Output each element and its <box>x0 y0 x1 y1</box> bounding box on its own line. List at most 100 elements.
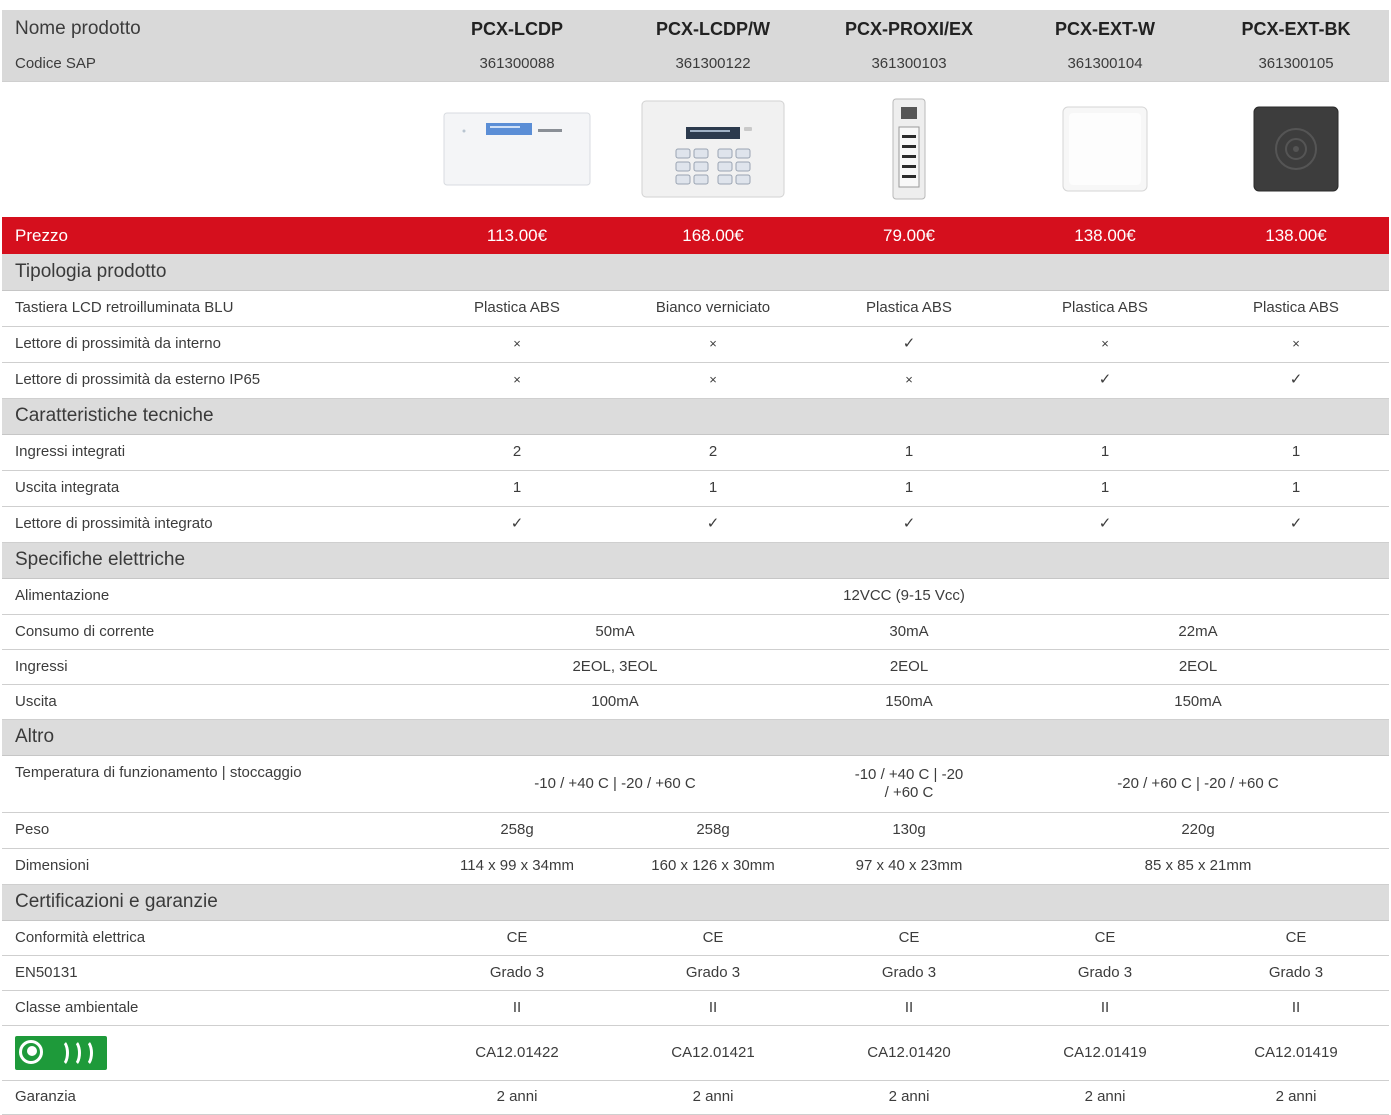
table-row: Alimentazione 12VCC (9-15 Vcc) <box>2 578 1389 615</box>
header-label: Nome prodotto <box>2 10 419 47</box>
price-value: 138.00€ <box>1007 217 1203 254</box>
proximity-reader-image <box>892 98 926 200</box>
row-value: CE <box>419 920 615 956</box>
grade-value: Grado 3 <box>615 955 811 991</box>
row-value: 160 x 126 x 30mm <box>615 848 811 885</box>
external-reader-black-image <box>1253 106 1339 192</box>
check-icon: ✓ <box>811 506 1007 543</box>
row-label: Uscita <box>2 684 419 720</box>
row-label: Consumo di corrente <box>2 614 419 650</box>
table-row: EN50131 Grado 3 Grado 3 Grado 3 Grado 3 … <box>2 955 1389 991</box>
cross-icon: × <box>811 362 1007 399</box>
row-label: Tastiera LCD retroilluminata BLU <box>2 290 419 327</box>
table-row: Ingressi integrati 2 2 1 1 1 <box>2 434 1389 471</box>
table-row: Lettore di prossimità da esterno IP65 × … <box>2 362 1389 399</box>
imq-certification-logo-icon <box>15 1035 107 1070</box>
row-value: 97 x 40 x 23mm <box>811 848 1007 885</box>
row-value: 2EOL <box>811 649 1007 685</box>
grade-value: Grado 3 <box>1007 955 1203 991</box>
section-header: Tipologia prodotto <box>2 254 1389 291</box>
row-value: II <box>615 990 811 1026</box>
price-value: 138.00€ <box>1203 217 1389 254</box>
row-label: Conformità elettrica <box>2 920 419 956</box>
row-value: 1 <box>811 470 1007 507</box>
row-label: Ingressi <box>2 649 419 685</box>
table-row: Lettore di prossimità da interno × × ✓ ×… <box>2 326 1389 363</box>
product-name: PCX-PROXI/EX <box>811 10 1007 47</box>
row-value: 2 <box>615 434 811 471</box>
row-label: Temperatura di funzionamento | stoccaggi… <box>2 755 419 813</box>
section-title: Specifiche elettriche <box>2 542 1389 579</box>
row-value: II <box>419 990 615 1026</box>
row-value: CA12.01419 <box>1203 1025 1389 1081</box>
row-value: 220g <box>1007 812 1389 849</box>
table-row: Temperatura di funzionamento | stoccaggi… <box>2 755 1389 813</box>
section-title: Tipologia prodotto <box>2 254 1389 291</box>
row-label: EN50131 <box>2 955 419 991</box>
row-value: 1 <box>1007 434 1203 471</box>
row-value: 2EOL, 3EOL <box>419 649 811 685</box>
row-label: Uscita integrata <box>2 470 419 507</box>
check-icon: ✓ <box>615 506 811 543</box>
product-images-row <box>2 81 1389 217</box>
row-value: CE <box>1007 920 1203 956</box>
product-name: PCX-LCDP <box>419 10 615 47</box>
section-header: Certificazioni e garanzie <box>2 884 1389 921</box>
row-value: Plastica ABS <box>1007 290 1203 327</box>
row-label: Alimentazione <box>2 578 419 615</box>
row-value: CA12.01421 <box>615 1025 811 1081</box>
external-reader-white-image <box>1062 106 1148 192</box>
row-value: 2 anni <box>615 1080 811 1115</box>
row-label: Dimensioni <box>2 848 419 885</box>
check-icon: ✓ <box>419 506 615 543</box>
row-value: 1 <box>615 470 811 507</box>
sap-code: 361300088 <box>419 47 615 82</box>
check-icon: ✓ <box>1203 506 1389 543</box>
check-icon: ✓ <box>811 326 1007 363</box>
row-value: CA12.01420 <box>811 1025 1007 1081</box>
row-value: -10 / +40 C | -20 / +60 C <box>811 755 1007 813</box>
row-value: Plastica ABS <box>1203 290 1389 327</box>
product-name: PCX-EXT-W <box>1007 10 1203 47</box>
sap-code: 361300122 <box>615 47 811 82</box>
row-label: Classe ambientale <box>2 990 419 1026</box>
table-row: Lettore di prossimità integrato ✓ ✓ ✓ ✓ … <box>2 506 1389 543</box>
row-label: Peso <box>2 812 419 849</box>
row-value: -10 / +40 C | -20 / +60 C <box>419 755 811 813</box>
section-title: Caratteristiche tecniche <box>2 398 1389 435</box>
price-value: 168.00€ <box>615 217 811 254</box>
row-value: CE <box>811 920 1007 956</box>
check-icon: ✓ <box>1203 362 1389 399</box>
row-value: 1 <box>1203 434 1389 471</box>
row-value: CA12.01419 <box>1007 1025 1203 1081</box>
row-value: 85 x 85 x 21mm <box>1007 848 1389 885</box>
row-value: 100mA <box>419 684 811 720</box>
section-header: Caratteristiche tecniche <box>2 398 1389 435</box>
keypad-lcdp-w-image <box>641 100 785 198</box>
row-value: 1 <box>419 470 615 507</box>
table-row: Consumo di corrente 50mA 30mA 22mA <box>2 614 1389 650</box>
row-value: 258g <box>615 812 811 849</box>
cross-icon: × <box>1203 326 1389 363</box>
row-label: Garanzia <box>2 1080 419 1115</box>
comparison-sheet: Nome prodotto PCX-LCDP PCX-LCDP/W PCX-PR… <box>0 0 1391 1115</box>
section-title: Altro <box>2 719 1389 756</box>
row-value: 150mA <box>811 684 1007 720</box>
row-value: 2 anni <box>1007 1080 1203 1115</box>
table-row: Classe ambientale II II II II II <box>2 990 1389 1026</box>
row-value: 2EOL <box>1007 649 1389 685</box>
row-value: II <box>811 990 1007 1026</box>
price-row: Prezzo 113.00€ 168.00€ 79.00€ 138.00€ 13… <box>2 217 1389 254</box>
table-row: Conformità elettrica CE CE CE CE CE <box>2 920 1389 956</box>
row-value: Plastica ABS <box>419 290 615 327</box>
grade-value: Grado 3 <box>811 955 1007 991</box>
table-row: Ingressi 2EOL, 3EOL 2EOL 2EOL <box>2 649 1389 685</box>
row-value: 50mA <box>419 614 811 650</box>
table-row: Uscita integrata 1 1 1 1 1 <box>2 470 1389 507</box>
product-comparison-table: Nome prodotto PCX-LCDP PCX-LCDP/W PCX-PR… <box>2 10 1389 1115</box>
sap-code: 361300104 <box>1007 47 1203 82</box>
cross-icon: × <box>1007 326 1203 363</box>
row-value: Plastica ABS <box>811 290 1007 327</box>
price-value: 113.00€ <box>419 217 615 254</box>
section-header: Altro <box>2 719 1389 756</box>
